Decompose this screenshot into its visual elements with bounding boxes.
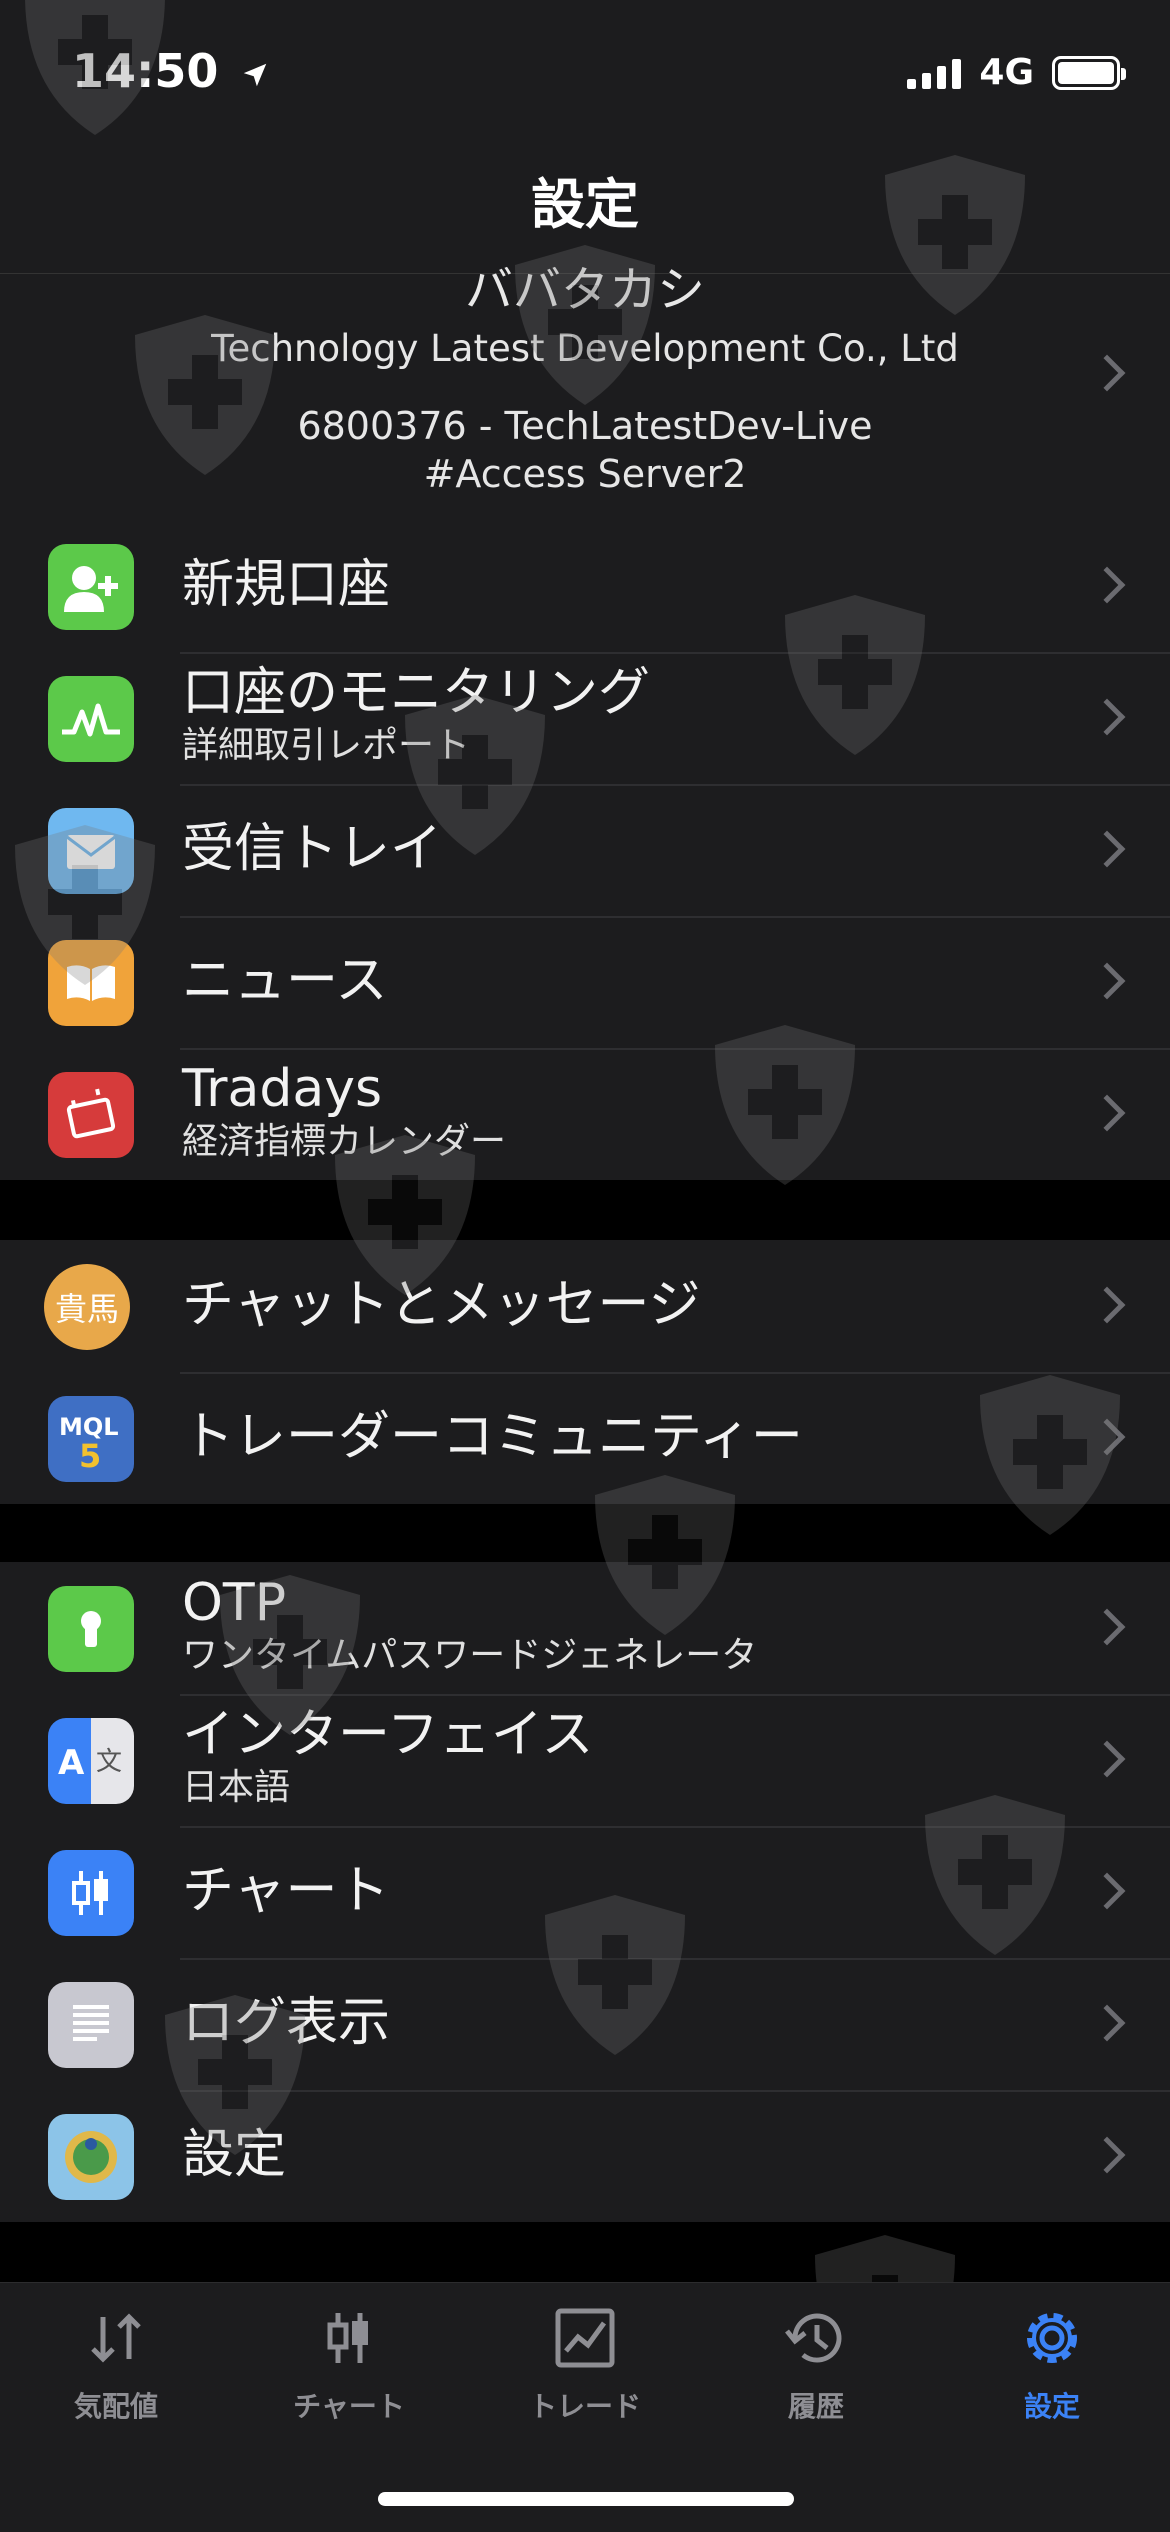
menu-item-otp[interactable]: OTP ワンタイムパスワードジェネレータ xyxy=(0,1562,1170,1694)
menu-item-log[interactable]: ログ表示 xyxy=(0,1958,1170,2090)
menu-item-label: ログ表示 xyxy=(182,1993,391,2053)
chevron-right-icon xyxy=(1088,698,1126,736)
menu-item-label: 口座のモニタリング xyxy=(182,663,651,723)
location-arrow-icon xyxy=(244,63,267,86)
menu-item-label: OTP xyxy=(182,1573,287,1633)
chevron-right-icon xyxy=(1088,1608,1126,1646)
trade-chart-icon xyxy=(555,2308,615,2368)
home-indicator[interactable] xyxy=(378,2492,794,2506)
menu-item-monitoring[interactable]: 口座のモニタリング 詳細取引レポート xyxy=(0,652,1170,784)
account-card[interactable]: ババタカシ Technology Latest Development Co.,… xyxy=(0,262,1170,520)
tab-label: トレード xyxy=(528,2390,641,2423)
tab-quotes[interactable]: 気配値 xyxy=(26,2303,206,2425)
battery-icon xyxy=(1052,55,1126,90)
settings-section: OTP ワンタイムパスワードジェネレータ A文 インターフェイス 日本語 チャー… xyxy=(0,1562,1170,2222)
tab-label: 履歴 xyxy=(787,2390,844,2423)
menu-item-chart[interactable]: チャート xyxy=(0,1826,1170,1958)
metatrader-logo-icon xyxy=(48,2114,134,2200)
svg-text:A: A xyxy=(58,1743,85,1783)
chevron-right-icon xyxy=(1088,1740,1126,1778)
svg-text:5: 5 xyxy=(79,1437,101,1475)
community-section: 貴馬 チャットとメッセージ MQL 5 トレーダーコミュニティー xyxy=(0,1240,1170,1504)
tab-history[interactable]: 履歴 xyxy=(726,2303,906,2425)
menu-item-label: チャットとメッセージ xyxy=(182,1275,701,1335)
gear-icon xyxy=(1027,2313,1077,2363)
chevron-right-icon xyxy=(1088,1418,1126,1456)
tab-trade[interactable]: トレード xyxy=(495,2303,675,2425)
menu-item-chat[interactable]: 貴馬 チャットとメッセージ xyxy=(0,1240,1170,1372)
add-user-icon xyxy=(48,544,134,630)
candles-icon xyxy=(327,2313,368,2363)
chevron-right-icon xyxy=(1088,1094,1126,1132)
chevron-right-icon xyxy=(1088,830,1126,868)
chevron-right-icon xyxy=(1088,2004,1126,2042)
menu-item-news[interactable]: ニュース xyxy=(0,916,1170,1048)
menu-item-interface[interactable]: A文 インターフェイス 日本語 xyxy=(0,1694,1170,1826)
menu-item-label: チャート xyxy=(182,1861,390,1921)
tab-label: チャート xyxy=(293,2390,405,2423)
tab-chart[interactable]: チャート xyxy=(259,2303,439,2425)
document-lines-icon xyxy=(48,1982,134,2068)
translate-icon: A文 xyxy=(48,1718,134,1804)
status-bar: 14:50 4G xyxy=(0,0,1170,150)
pulse-icon xyxy=(48,676,134,762)
menu-item-sublabel: 日本語 xyxy=(182,1767,291,1808)
menu-item-sublabel: 詳細取引レポート xyxy=(182,725,471,766)
menu-item-tradays[interactable]: Tradays 経済指標カレンダー xyxy=(0,1048,1170,1180)
menu-item-label: Tradays xyxy=(182,1059,383,1119)
menu-item-label: ニュース xyxy=(182,951,388,1011)
chevron-right-icon xyxy=(1088,962,1126,1000)
page-title: 設定 xyxy=(0,150,1170,274)
menu-item-label: 新規口座 xyxy=(182,555,391,615)
signal-icon xyxy=(907,57,962,89)
chevron-right-icon xyxy=(1088,566,1126,604)
menu-item-sublabel: ワンタイムパスワードジェネレータ xyxy=(182,1635,758,1676)
status-time: 14:50 xyxy=(72,44,270,98)
menu-item-sublabel: 経済指標カレンダー xyxy=(182,1121,507,1162)
menu-item-label: 受信トレイ xyxy=(182,819,443,879)
svg-text:文: 文 xyxy=(96,1747,122,1777)
menu-item-label: インターフェイス xyxy=(182,1705,594,1765)
chevron-right-icon xyxy=(1088,1872,1126,1910)
tab-label: 気配値 xyxy=(73,2390,158,2423)
history-icon xyxy=(785,2313,842,2363)
candles-icon xyxy=(48,1850,134,1936)
menu-item-community[interactable]: MQL 5 トレーダーコミュニティー xyxy=(0,1372,1170,1504)
tab-label: 設定 xyxy=(1023,2390,1080,2423)
chevron-right-icon xyxy=(1088,1286,1126,1324)
network-type: 4G xyxy=(979,52,1034,93)
account-name: ババタカシ xyxy=(464,262,705,318)
mql5-icon: MQL 5 xyxy=(48,1396,134,1482)
calendar-icon xyxy=(48,1072,134,1158)
arrows-updown-icon xyxy=(91,2313,141,2363)
account-server: #Access Server2 xyxy=(423,452,747,496)
envelope-icon xyxy=(48,808,134,894)
menu-item-settings[interactable]: 設定 xyxy=(0,2090,1170,2222)
main-menu-section: 新規口座 口座のモニタリング 詳細取引レポート 受信トレイ ニュース Trada… xyxy=(0,520,1170,1180)
status-indicators: 4G xyxy=(907,52,1126,93)
tab-settings[interactable]: 設定 xyxy=(962,2303,1142,2425)
book-icon xyxy=(48,940,134,1026)
menu-item-inbox[interactable]: 受信トレイ xyxy=(0,784,1170,916)
avatar: 貴馬 xyxy=(44,1264,130,1350)
chevron-right-icon xyxy=(1088,2136,1126,2174)
menu-item-new-account[interactable]: 新規口座 xyxy=(0,520,1170,652)
account-login: 6800376 - TechLatestDev-Live xyxy=(297,404,873,448)
menu-item-label: 設定 xyxy=(182,2125,287,2185)
menu-item-label: トレーダーコミュニティー xyxy=(182,1407,803,1467)
account-company: Technology Latest Development Co., Ltd xyxy=(211,327,959,370)
keyhole-icon xyxy=(48,1586,134,1672)
